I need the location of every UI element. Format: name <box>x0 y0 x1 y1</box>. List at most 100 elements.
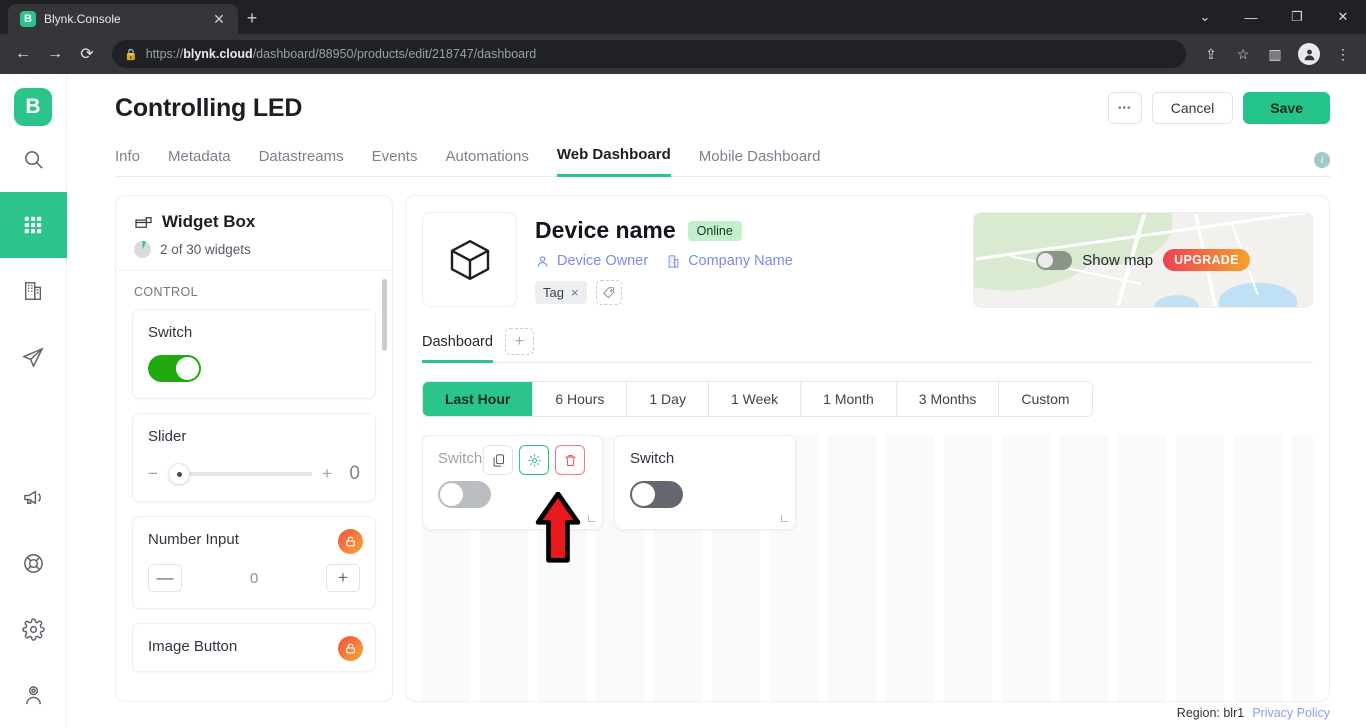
forward-icon[interactable]: → <box>40 39 70 69</box>
tag-chip[interactable]: Tag × <box>535 281 587 304</box>
scrollbar-thumb[interactable] <box>382 279 387 351</box>
address-bar[interactable]: 🔒 https://blynk.cloud/dashboard/88950/pr… <box>112 40 1186 68</box>
page-header: Controlling LED ••• Cancel Save Info Met… <box>67 74 1366 177</box>
maximize-icon[interactable]: ❐ <box>1274 0 1320 34</box>
app-footer: Region: blr1 Privacy Policy <box>67 702 1366 728</box>
tab-info[interactable]: Info <box>115 148 140 176</box>
range-1-day[interactable]: 1 Day <box>627 382 709 416</box>
back-icon[interactable]: ← <box>8 39 38 69</box>
left-nav-rail: B <box>0 74 67 728</box>
dashboard-panel: Device name Online Device Owner Company … <box>405 195 1330 702</box>
slider-thumb[interactable] <box>167 463 190 485</box>
blynk-logo[interactable]: B <box>14 88 52 126</box>
sidebar-item-account[interactable] <box>0 662 67 728</box>
lock-icon: 🔒 <box>124 48 138 61</box>
device-meta: Device Owner Company Name <box>535 253 793 269</box>
resize-handle[interactable] <box>781 515 788 522</box>
sidebar-item-organizations[interactable] <box>0 258 67 324</box>
copy-widget-button[interactable] <box>483 445 513 475</box>
sidebar-item-settings[interactable] <box>0 596 67 662</box>
range-1-week[interactable]: 1 Week <box>708 382 802 416</box>
sidebar-item-send[interactable] <box>0 324 67 390</box>
range-3-months[interactable]: 3 Months <box>896 382 1000 416</box>
device-name: Device name <box>535 217 676 243</box>
switch-toggle[interactable] <box>148 355 201 382</box>
save-button[interactable]: Save <box>1243 92 1330 124</box>
close-icon[interactable]: ✕ <box>210 11 228 28</box>
time-range-selector: Last Hour 6 Hours 1 Day 1 Week 1 Month 3… <box>422 381 1093 417</box>
add-dashboard-tab-button[interactable]: + <box>504 328 534 355</box>
dashboard-widget-switch-2[interactable]: Switch <box>614 435 796 530</box>
dashboard-tab[interactable]: Dashboard <box>422 334 493 363</box>
widget-card-image-button[interactable]: Image Button <box>132 623 376 672</box>
widget-toolbar <box>483 445 585 475</box>
widget-list-scrollbar[interactable] <box>382 279 387 701</box>
cancel-button[interactable]: Cancel <box>1151 92 1234 124</box>
tag-row: Tag × <box>535 280 793 305</box>
decrement-button[interactable]: — <box>148 564 182 592</box>
slider-track[interactable] <box>167 463 313 485</box>
share-icon[interactable]: ⇪ <box>1196 39 1226 69</box>
switch-toggle[interactable] <box>438 481 491 508</box>
add-tag-button[interactable] <box>595 280 622 305</box>
browser-action-icons: ⇪ ☆ ▥ ⋮ <box>1196 39 1358 69</box>
resize-handle[interactable] <box>588 515 595 522</box>
widget-card-label: Number Input <box>148 531 239 548</box>
minimize-icon[interactable]: — <box>1228 0 1274 34</box>
range-1-month[interactable]: 1 Month <box>801 382 897 416</box>
widget-list[interactable]: CONTROL Switch Slider − + 0 Number Input… <box>116 271 392 701</box>
map-preview[interactable]: Show map UPGRADE <box>973 212 1313 308</box>
browser-tab[interactable]: B Blynk.Console ✕ <box>8 4 238 34</box>
widget-card-slider[interactable]: Slider − + 0 <box>132 413 376 502</box>
close-window-icon[interactable]: ✕ <box>1320 0 1366 34</box>
dashboard-canvas[interactable]: Switch Switch <box>422 435 1313 701</box>
show-map-toggle[interactable] <box>1036 250 1073 270</box>
info-icon[interactable]: i <box>1314 152 1330 168</box>
settings-icon <box>21 617 45 641</box>
chevron-down-icon[interactable]: ⌄ <box>1182 0 1228 34</box>
number-input-control[interactable]: — 0 + <box>148 564 360 592</box>
widget-card-label: Slider <box>148 428 187 445</box>
range-6-hours[interactable]: 6 Hours <box>533 382 628 416</box>
product-tabs: Info Metadata Datastreams Events Automat… <box>115 146 1330 177</box>
map-overlay: Show map UPGRADE <box>974 213 1312 307</box>
device-name-row: Device name Online <box>535 217 793 244</box>
profile-avatar[interactable] <box>1298 43 1320 65</box>
reload-icon[interactable]: ⟳ <box>72 39 102 69</box>
sidebar-item-search[interactable] <box>0 126 67 192</box>
browser-menu-icon[interactable]: ⋮ <box>1328 39 1358 69</box>
device-avatar <box>422 212 517 307</box>
more-options-button[interactable]: ••• <box>1107 92 1142 124</box>
slider-control[interactable]: − + 0 <box>148 463 360 485</box>
tab-mobile-dashboard[interactable]: Mobile Dashboard <box>699 148 821 176</box>
widget-card-number-input[interactable]: Number Input — 0 + <box>132 516 376 609</box>
device-owner-link[interactable]: Device Owner <box>535 253 648 269</box>
range-last-hour[interactable]: Last Hour <box>423 382 534 416</box>
company-link[interactable]: Company Name <box>666 253 793 269</box>
privacy-policy-link[interactable]: Privacy Policy <box>1252 706 1330 720</box>
lock-icon <box>338 636 363 661</box>
range-custom[interactable]: Custom <box>999 382 1092 416</box>
widget-card-label: Switch <box>148 324 193 341</box>
minus-icon[interactable]: − <box>148 464 158 484</box>
tab-automations[interactable]: Automations <box>445 148 528 176</box>
tab-web-dashboard[interactable]: Web Dashboard <box>556 146 671 177</box>
new-tab-button[interactable]: + <box>238 4 266 34</box>
sidebar-item-support[interactable] <box>0 530 67 596</box>
plus-icon[interactable]: + <box>322 464 332 484</box>
side-panel-icon[interactable]: ▥ <box>1260 39 1290 69</box>
tab-datastreams[interactable]: Datastreams <box>259 148 344 176</box>
increment-button[interactable]: + <box>326 564 360 592</box>
remove-tag-icon[interactable]: × <box>571 285 579 300</box>
trash-icon <box>565 454 575 466</box>
sidebar-item-announcements[interactable] <box>0 464 67 530</box>
tab-events[interactable]: Events <box>372 148 418 176</box>
bookmark-star-icon[interactable]: ☆ <box>1228 39 1258 69</box>
upgrade-badge[interactable]: UPGRADE <box>1163 249 1250 271</box>
tab-metadata[interactable]: Metadata <box>168 148 231 176</box>
delete-widget-button[interactable] <box>555 445 585 475</box>
widget-card-switch[interactable]: Switch <box>132 309 376 399</box>
switch-toggle[interactable] <box>630 481 683 508</box>
sidebar-item-devices[interactable] <box>0 192 67 258</box>
widget-settings-button[interactable] <box>519 445 549 475</box>
